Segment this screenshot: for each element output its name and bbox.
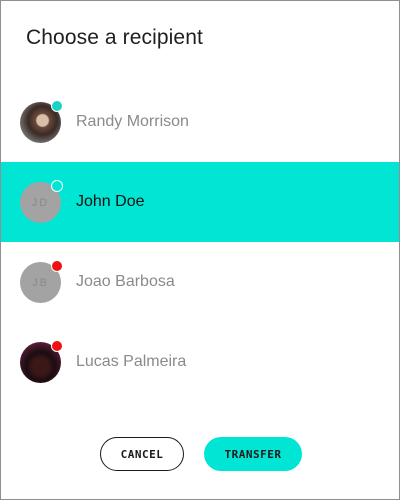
choose-recipient-dialog: Choose a recipient Randy Morrison JD Joh…	[0, 0, 400, 500]
transfer-button[interactable]: TRANSFER	[204, 437, 302, 471]
recipient-list: Randy Morrison JD John Doe JB Joao Barbo…	[1, 82, 399, 402]
recipient-name: Lucas Palmeira	[76, 353, 187, 370]
recipient-name: Randy Morrison	[76, 113, 189, 130]
status-indicator	[51, 180, 63, 192]
dialog-actions: CANCEL TRANSFER	[100, 437, 302, 471]
recipient-row-lucas-palmeira[interactable]: Lucas Palmeira	[1, 322, 399, 402]
status-indicator	[51, 340, 63, 352]
status-indicator	[51, 100, 63, 112]
recipient-name: Joao Barbosa	[76, 273, 175, 290]
recipient-row-joao-barbosa[interactable]: JB Joao Barbosa	[1, 242, 399, 322]
avatar-initials: JD	[31, 196, 50, 209]
avatar-initials: JB	[32, 276, 49, 289]
cancel-button[interactable]: CANCEL	[100, 437, 184, 471]
recipient-row-john-doe[interactable]: JD John Doe	[1, 162, 399, 242]
dialog-title: Choose a recipient	[26, 26, 203, 49]
status-indicator	[51, 260, 63, 272]
recipient-name: John Doe	[76, 193, 145, 210]
recipient-row-randy-morrison[interactable]: Randy Morrison	[1, 82, 399, 162]
